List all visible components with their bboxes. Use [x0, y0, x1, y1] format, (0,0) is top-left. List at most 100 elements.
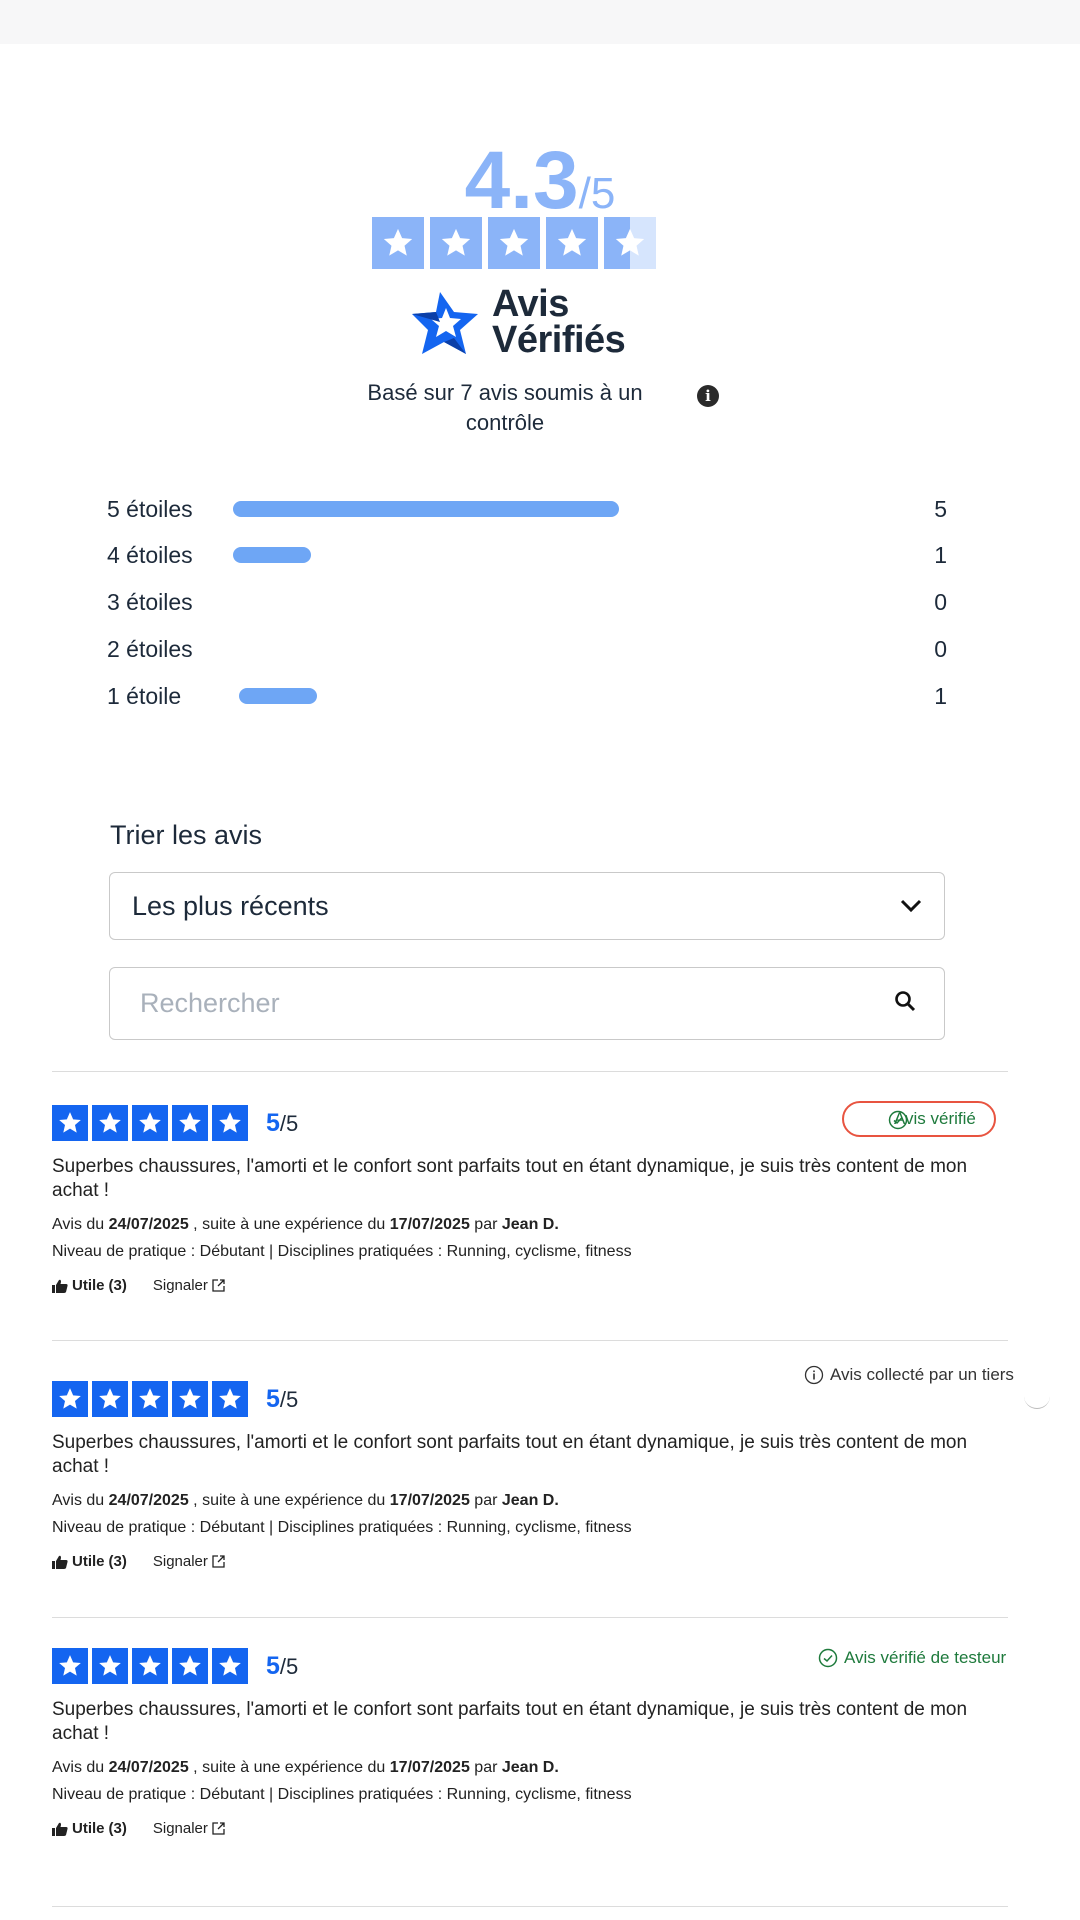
review-practice: Niveau de pratique : Débutant | Discipli…	[52, 1243, 632, 1260]
rating-summary: 4.3/5	[0, 140, 1080, 222]
star-icon	[52, 1648, 88, 1684]
useful-button[interactable]: Utile (3)	[52, 1277, 127, 1294]
review-item: 5/5 Avis vérifié de testeur Superbes cha…	[52, 1648, 1042, 1837]
star-icon	[132, 1381, 168, 1417]
star-icon	[92, 1381, 128, 1417]
search-box[interactable]	[109, 967, 945, 1040]
star-icon	[212, 1648, 248, 1684]
verified-badge[interactable]: Avis vérifié	[842, 1101, 996, 1137]
distribution-bar	[233, 547, 311, 563]
star-icon	[92, 1648, 128, 1684]
review-stars: 5/5	[52, 1381, 1042, 1417]
star-icon	[546, 217, 598, 269]
review-score: 5/5	[266, 1108, 299, 1137]
star-icon	[172, 1105, 208, 1141]
distribution-row[interactable]: 3 étoiles 0	[107, 585, 947, 619]
distribution-track	[233, 688, 793, 704]
distribution-track	[233, 594, 793, 610]
avis-verifies-wordmark: Avis Vérifiés	[492, 283, 626, 362]
distribution-bar	[233, 501, 619, 517]
tester-verified-badge[interactable]: Avis vérifié de testeur	[818, 1648, 1006, 1668]
star-icon	[172, 1648, 208, 1684]
search-icon[interactable]	[894, 990, 916, 1017]
third-party-badge[interactable]: Avis collecté par un tiers	[804, 1365, 1014, 1385]
thumbs-up-icon	[52, 1555, 68, 1569]
distribution-track	[233, 641, 793, 657]
external-link-icon	[212, 1555, 225, 1568]
avis-verifies-star-icon	[412, 292, 478, 355]
distribution-label: 1 étoile	[107, 682, 182, 709]
distribution-label: 2 étoiles	[107, 635, 193, 662]
external-link-icon	[212, 1279, 225, 1292]
distribution-label: 4 étoiles	[107, 541, 193, 568]
top-bar	[0, 0, 1080, 44]
divider	[52, 1906, 1008, 1907]
distribution-count: 0	[934, 588, 947, 615]
review-score: 5/5	[266, 1651, 299, 1680]
review-item: 5/5 Avis vérifié Superbes chaussures, l'…	[52, 1101, 1042, 1294]
star-icon	[132, 1105, 168, 1141]
distribution-label: 5 étoiles	[107, 495, 193, 522]
distribution-row[interactable]: 5 étoiles 5	[107, 492, 947, 526]
distribution-count: 0	[934, 635, 947, 662]
thumbs-up-icon	[52, 1822, 68, 1836]
review-actions: Utile (3) Signaler	[52, 1277, 1042, 1294]
review-text: Superbes chaussures, l'amorti et le conf…	[52, 1432, 968, 1477]
star-icon	[372, 217, 424, 269]
review-meta: Avis du 24/07/2025 , suite à une expérie…	[52, 1216, 632, 1260]
distribution-bar	[239, 688, 317, 704]
divider	[52, 1071, 1008, 1072]
half-star-icon	[604, 217, 656, 269]
distribution-count: 1	[934, 682, 947, 709]
star-icon	[52, 1105, 88, 1141]
review-score: 5/5	[266, 1384, 299, 1413]
divider	[52, 1617, 1008, 1618]
info-icon[interactable]: i	[697, 385, 719, 407]
star-icon	[212, 1105, 248, 1141]
thumbs-up-icon	[52, 1279, 68, 1293]
chevron-down-icon	[900, 893, 922, 919]
review-item: 5/5 Avis collecté par un tiers Superbes …	[52, 1365, 1050, 1570]
star-icon	[488, 217, 540, 269]
distribution-row[interactable]: 1 étoile 1	[107, 679, 947, 713]
review-actions: Utile (3) Signaler	[52, 1820, 1042, 1837]
star-icon	[132, 1648, 168, 1684]
review-meta: Avis du 24/07/2025 , suite à une expérie…	[52, 1759, 632, 1803]
distribution-track	[233, 501, 793, 517]
average-stars	[372, 217, 656, 269]
review-meta: Avis du 24/07/2025 , suite à une expérie…	[52, 1492, 632, 1536]
star-icon	[172, 1381, 208, 1417]
average-score: 4.3/5	[464, 135, 616, 226]
avis-verifies-logo: Avis Vérifiés	[410, 283, 626, 362]
distribution-label: 3 étoiles	[107, 588, 193, 615]
useful-button[interactable]: Utile (3)	[52, 1820, 127, 1837]
sort-selected-value: Les plus récents	[132, 890, 329, 921]
review-text: Superbes chaussures, l'amorti et le conf…	[52, 1699, 968, 1744]
sort-title: Trier les avis	[110, 820, 263, 850]
search-input[interactable]	[138, 987, 842, 1020]
review-practice: Niveau de pratique : Débutant | Discipli…	[52, 1519, 632, 1536]
review-actions: Utile (3) Signaler	[52, 1553, 1042, 1570]
star-icon	[92, 1105, 128, 1141]
external-link-icon	[212, 1822, 225, 1835]
divider	[52, 1340, 1008, 1341]
review-practice: Niveau de pratique : Débutant | Discipli…	[52, 1786, 632, 1803]
distribution-track	[233, 547, 793, 563]
distribution-row[interactable]: 4 étoiles 1	[107, 538, 947, 572]
info-circle-icon	[804, 1365, 824, 1385]
distribution-count: 5	[934, 495, 947, 522]
distribution-count: 1	[934, 541, 947, 568]
star-icon	[212, 1381, 248, 1417]
review-count-text: Basé sur 7 avis soumis à un contrôle	[367, 380, 643, 435]
check-circle-icon	[818, 1648, 838, 1668]
star-icon	[52, 1381, 88, 1417]
report-link[interactable]: Signaler	[153, 1553, 225, 1570]
review-text: Superbes chaussures, l'amorti et le conf…	[52, 1156, 968, 1201]
star-icon	[430, 217, 482, 269]
distribution-row[interactable]: 2 étoiles 0	[107, 632, 947, 666]
sort-select[interactable]: Les plus récents	[109, 872, 945, 940]
report-link[interactable]: Signaler	[153, 1820, 225, 1837]
check-circle-icon	[888, 1110, 908, 1130]
useful-button[interactable]: Utile (3)	[52, 1553, 127, 1570]
report-link[interactable]: Signaler	[153, 1277, 225, 1294]
